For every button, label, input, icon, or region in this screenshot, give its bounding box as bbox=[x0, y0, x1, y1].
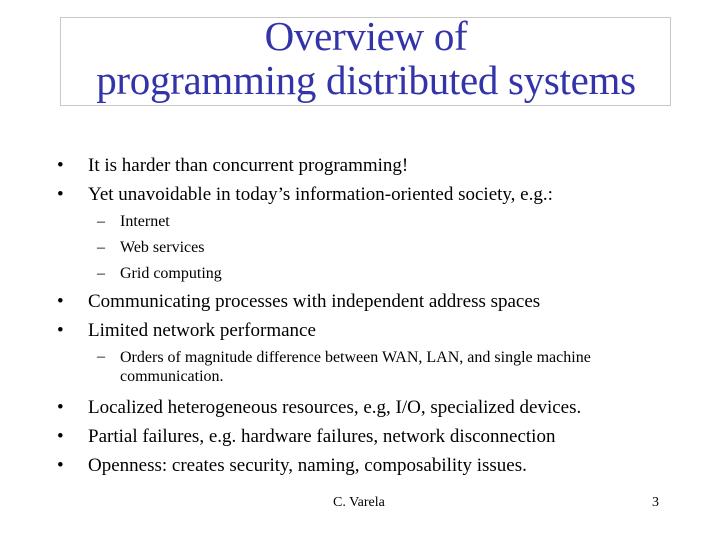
dash-icon: – bbox=[97, 239, 105, 256]
bullet-text: It is harder than concurrent programming… bbox=[88, 155, 409, 176]
bullet-text: Communicating processes with independent… bbox=[88, 291, 541, 312]
footer-author: C. Varela bbox=[333, 495, 385, 510]
bullet-text: Limited network performance bbox=[88, 320, 316, 341]
slide-title-line-1: Overview of bbox=[264, 13, 468, 59]
dash-icon: – bbox=[97, 265, 105, 282]
bullet-icon: • bbox=[57, 291, 64, 312]
bullet-icon: • bbox=[57, 320, 64, 341]
bullet-text: Yet unavoidable in today’s information-o… bbox=[88, 184, 553, 205]
bullet-icon: • bbox=[57, 184, 64, 205]
slide-title-line-2: programming distributed systems bbox=[96, 57, 636, 103]
bullet-icon: • bbox=[57, 397, 64, 418]
slide-title: Overview of programming distributed syst… bbox=[0, 14, 720, 102]
sub-bullet-text: Internet bbox=[120, 213, 170, 230]
bullet-icon: • bbox=[57, 455, 64, 476]
page-number: 3 bbox=[652, 495, 659, 510]
bullet-text: Localized heterogeneous resources, e.g, … bbox=[88, 397, 582, 418]
bullet-text: Partial failures, e.g. hardware failures… bbox=[88, 426, 556, 447]
dash-icon: – bbox=[97, 348, 105, 365]
bullet-icon: • bbox=[57, 155, 64, 176]
sub-bullet-text: Orders of magnitude difference between W… bbox=[120, 349, 591, 385]
bullet-icon: • bbox=[57, 426, 64, 447]
sub-bullet-text: Grid computing bbox=[120, 265, 222, 282]
dash-icon: – bbox=[97, 213, 105, 230]
bullet-text: Openness: creates security, naming, comp… bbox=[88, 455, 527, 476]
sub-bullet-text: Web services bbox=[120, 239, 205, 256]
